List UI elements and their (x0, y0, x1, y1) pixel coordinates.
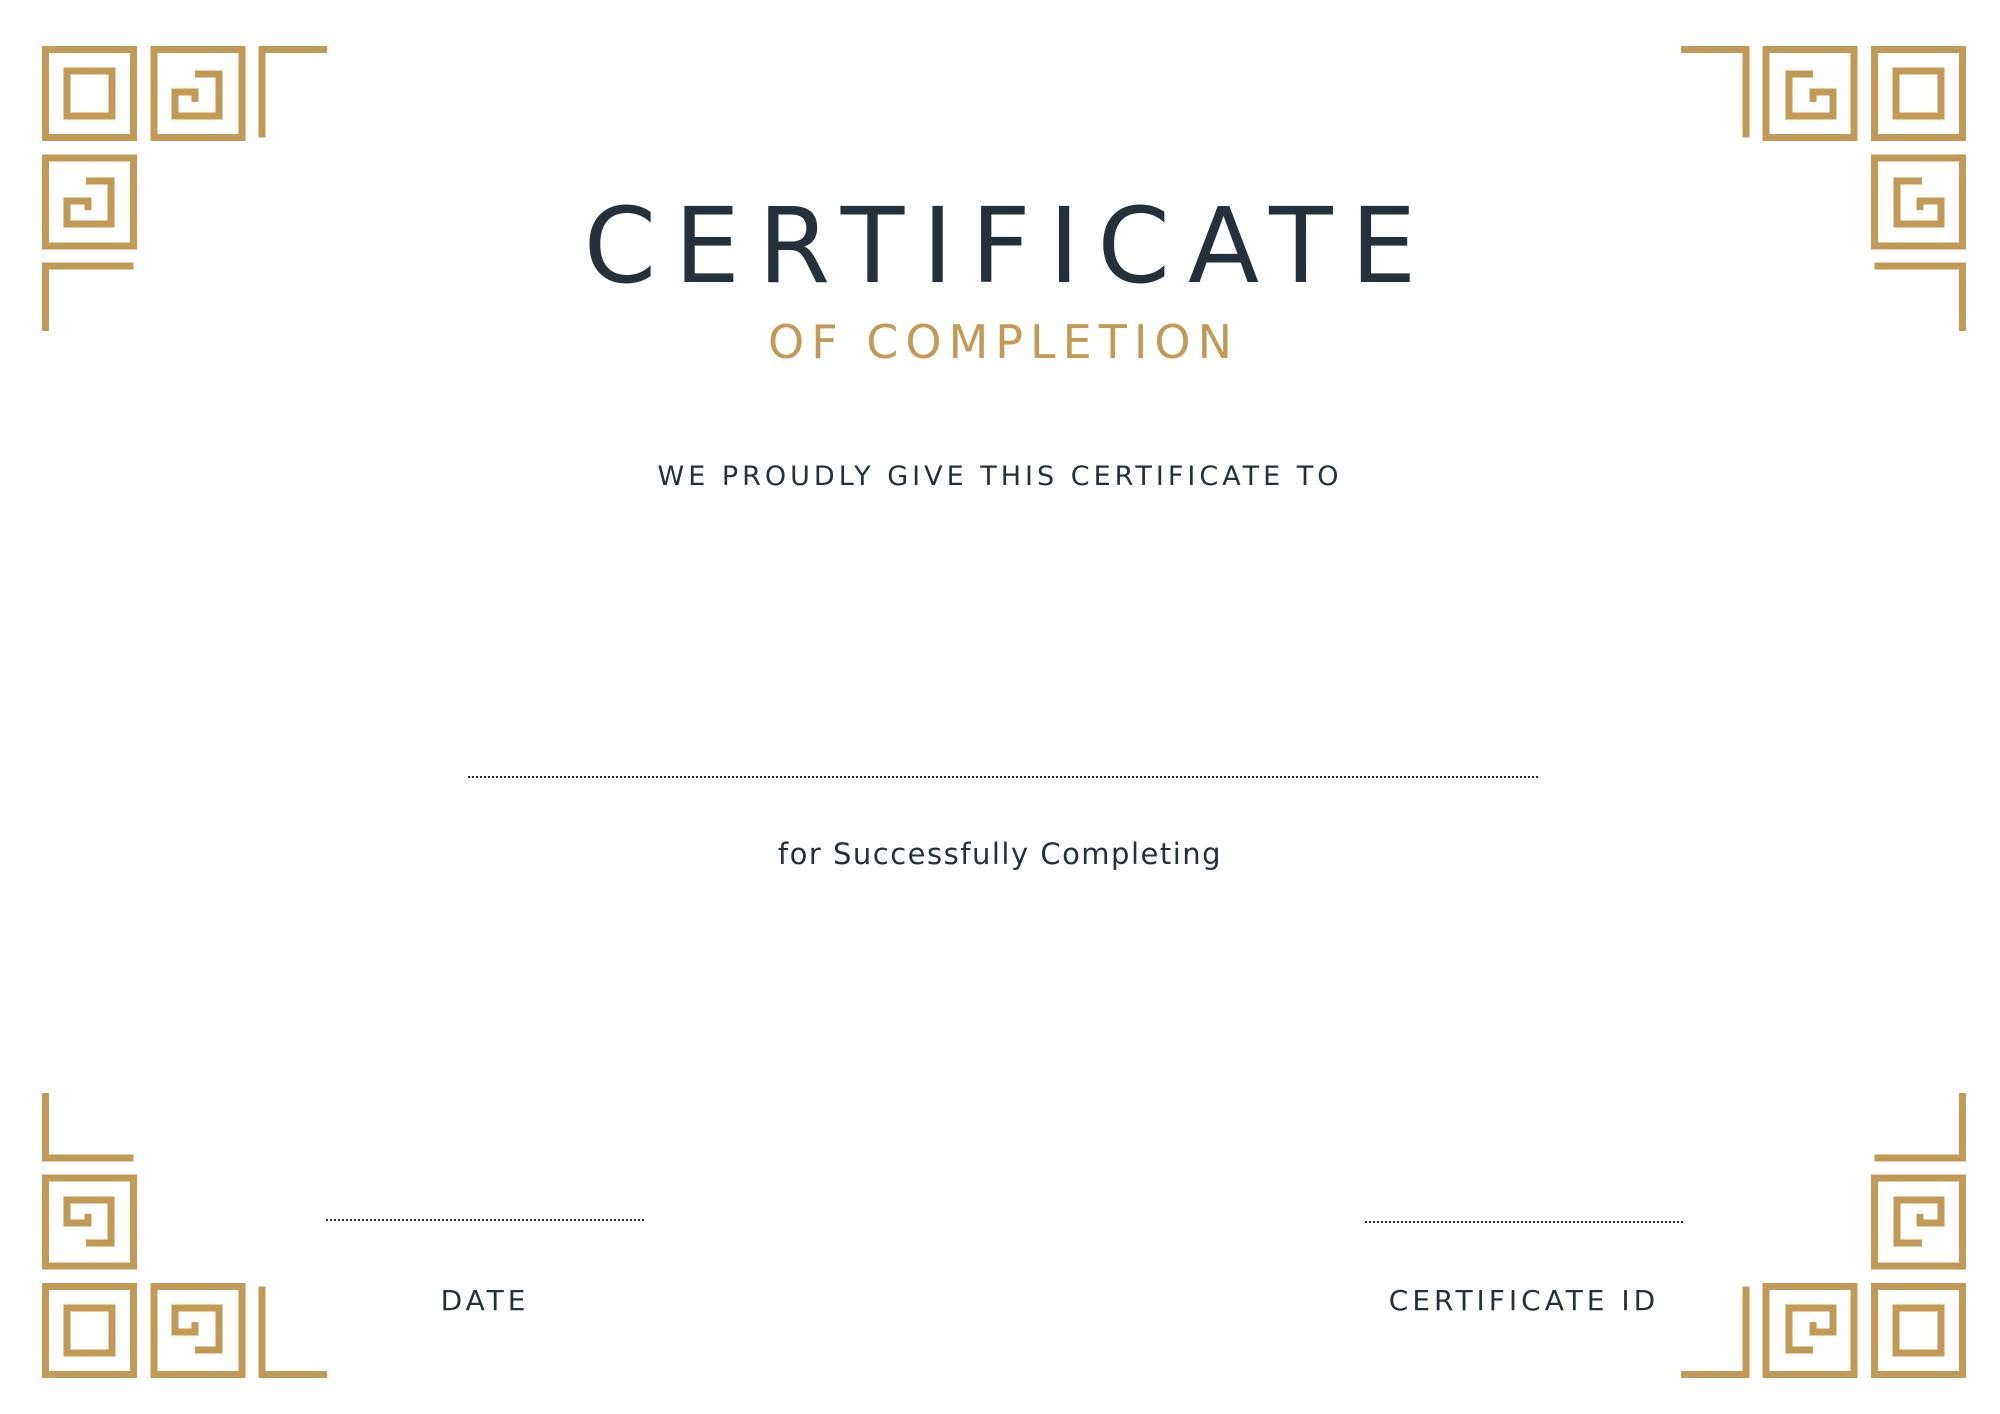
date-signature-line (326, 1219, 644, 1221)
presentation-text: WE PROUDLY GIVE THIS CERTIFICATE TO (657, 461, 1343, 492)
greek-key-ornament-icon (42, 1088, 332, 1378)
certificate-id-label: CERTIFICATE ID (1388, 1284, 1660, 1317)
certificate-subtitle: OF COMPLETION (767, 315, 1240, 369)
recipient-name-line (468, 776, 1538, 778)
certificate-title: CERTIFICATE (583, 185, 1435, 307)
certificate-page: CERTIFICATE OF COMPLETION WE PROUDLY GIV… (0, 0, 2000, 1414)
certificate-id-line (1365, 1221, 1683, 1223)
greek-key-ornament-icon (1676, 1088, 1966, 1378)
date-label: DATE (440, 1284, 530, 1317)
completion-text: for Successfully Completing (777, 837, 1223, 871)
